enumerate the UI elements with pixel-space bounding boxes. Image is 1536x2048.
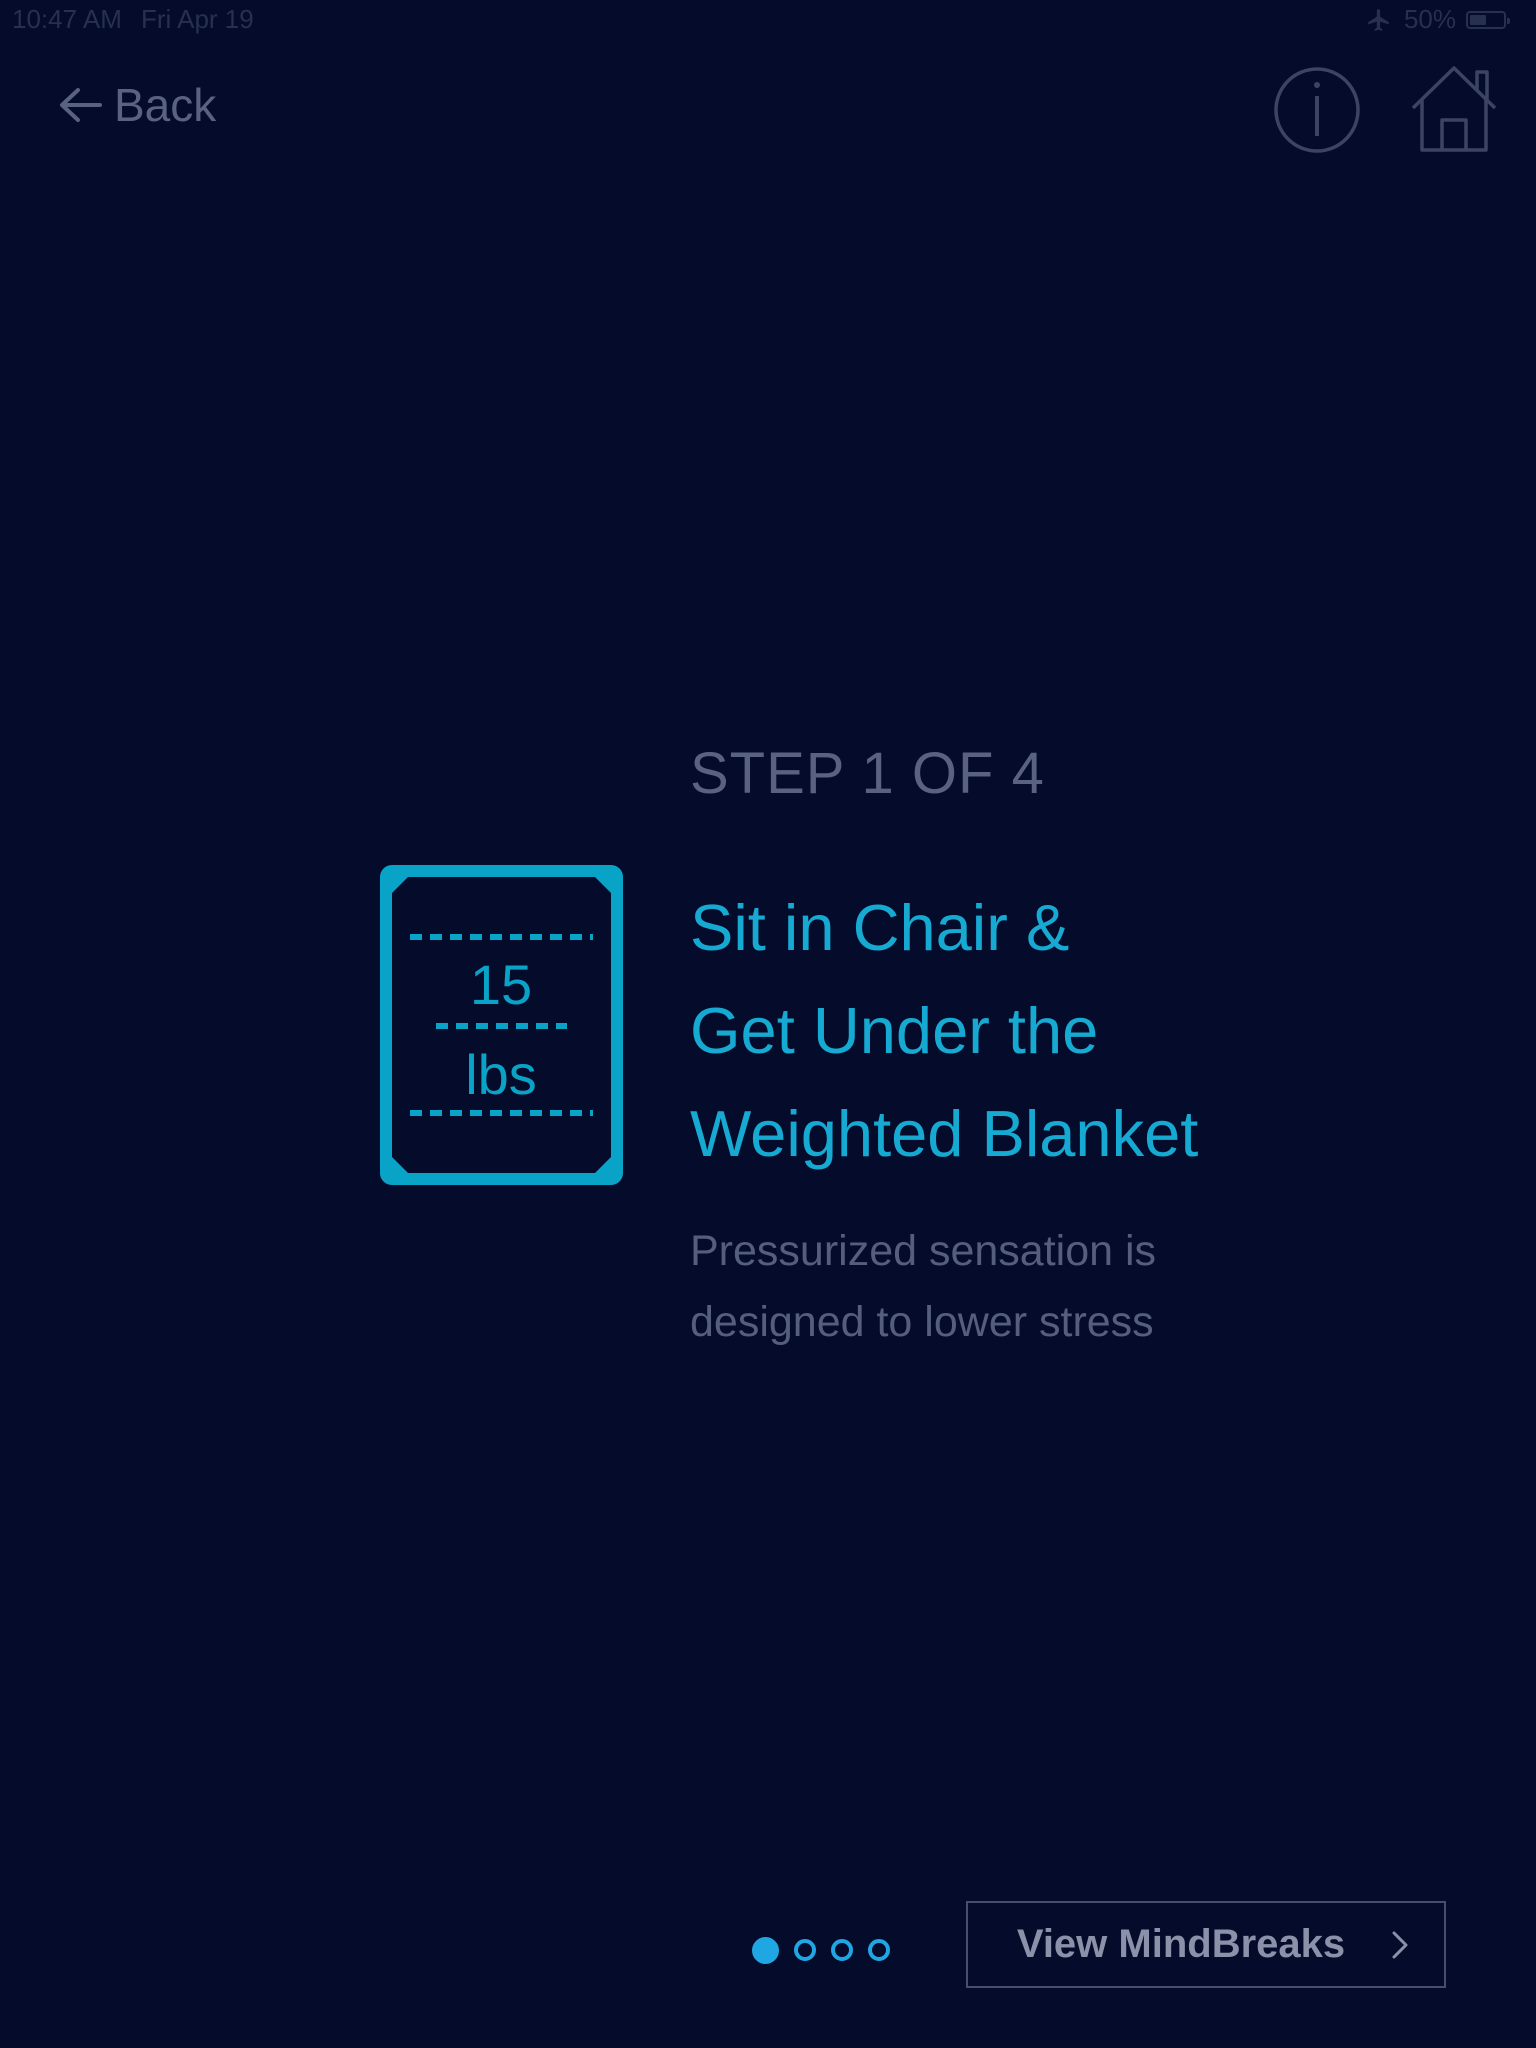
battery-percent: 50% — [1403, 4, 1456, 34]
chevron-right-icon — [1392, 1931, 1408, 1958]
status-time: 10:47 AM — [12, 4, 122, 34]
info-icon — [1274, 67, 1360, 153]
weight-number: 15 — [470, 953, 532, 1016]
step-description-line: Pressurized sensation is — [690, 1227, 1157, 1275]
page-dot-3[interactable] — [831, 1939, 853, 1961]
step-description-line: designed to lower stress — [690, 1298, 1154, 1346]
airplane-mode-icon — [1368, 8, 1389, 31]
battery-icon — [1466, 10, 1510, 29]
view-mindbreaks-button[interactable]: View MindBreaks — [966, 1901, 1446, 1988]
page-dot-2[interactable] — [794, 1939, 816, 1961]
info-button[interactable] — [1273, 66, 1361, 154]
weighted-blanket-icon: 15 lbs — [380, 865, 623, 1185]
step-title-line: Weighted Blanket — [690, 1097, 1199, 1170]
step-title-line: Sit in Chair & — [690, 891, 1070, 964]
step-title-line: Get Under the — [690, 994, 1099, 1067]
status-date: Fri Apr 19 — [141, 4, 254, 34]
page-indicator — [752, 1937, 890, 1964]
page-dot-4[interactable] — [868, 1939, 890, 1961]
status-right: 50% — [1364, 4, 1510, 35]
home-icon — [1411, 66, 1497, 152]
arrow-left-icon — [60, 88, 102, 122]
status-bar: 10:47 AM Fri Apr 19 50% — [0, 0, 1536, 40]
page-dot-1[interactable] — [752, 1937, 779, 1964]
step-description: Pressurized sensation is designed to low… — [690, 1216, 1250, 1358]
home-button[interactable] — [1410, 64, 1498, 154]
step-label: STEP 1 OF 4 — [690, 741, 1045, 806]
weight-unit: lbs — [465, 1043, 537, 1106]
step-title: Sit in Chair & Get Under the Weighted Bl… — [690, 876, 1250, 1185]
back-button[interactable]: Back — [58, 78, 216, 132]
back-label: Back — [114, 79, 217, 131]
view-mindbreaks-label: View MindBreaks — [1016, 1922, 1346, 1966]
